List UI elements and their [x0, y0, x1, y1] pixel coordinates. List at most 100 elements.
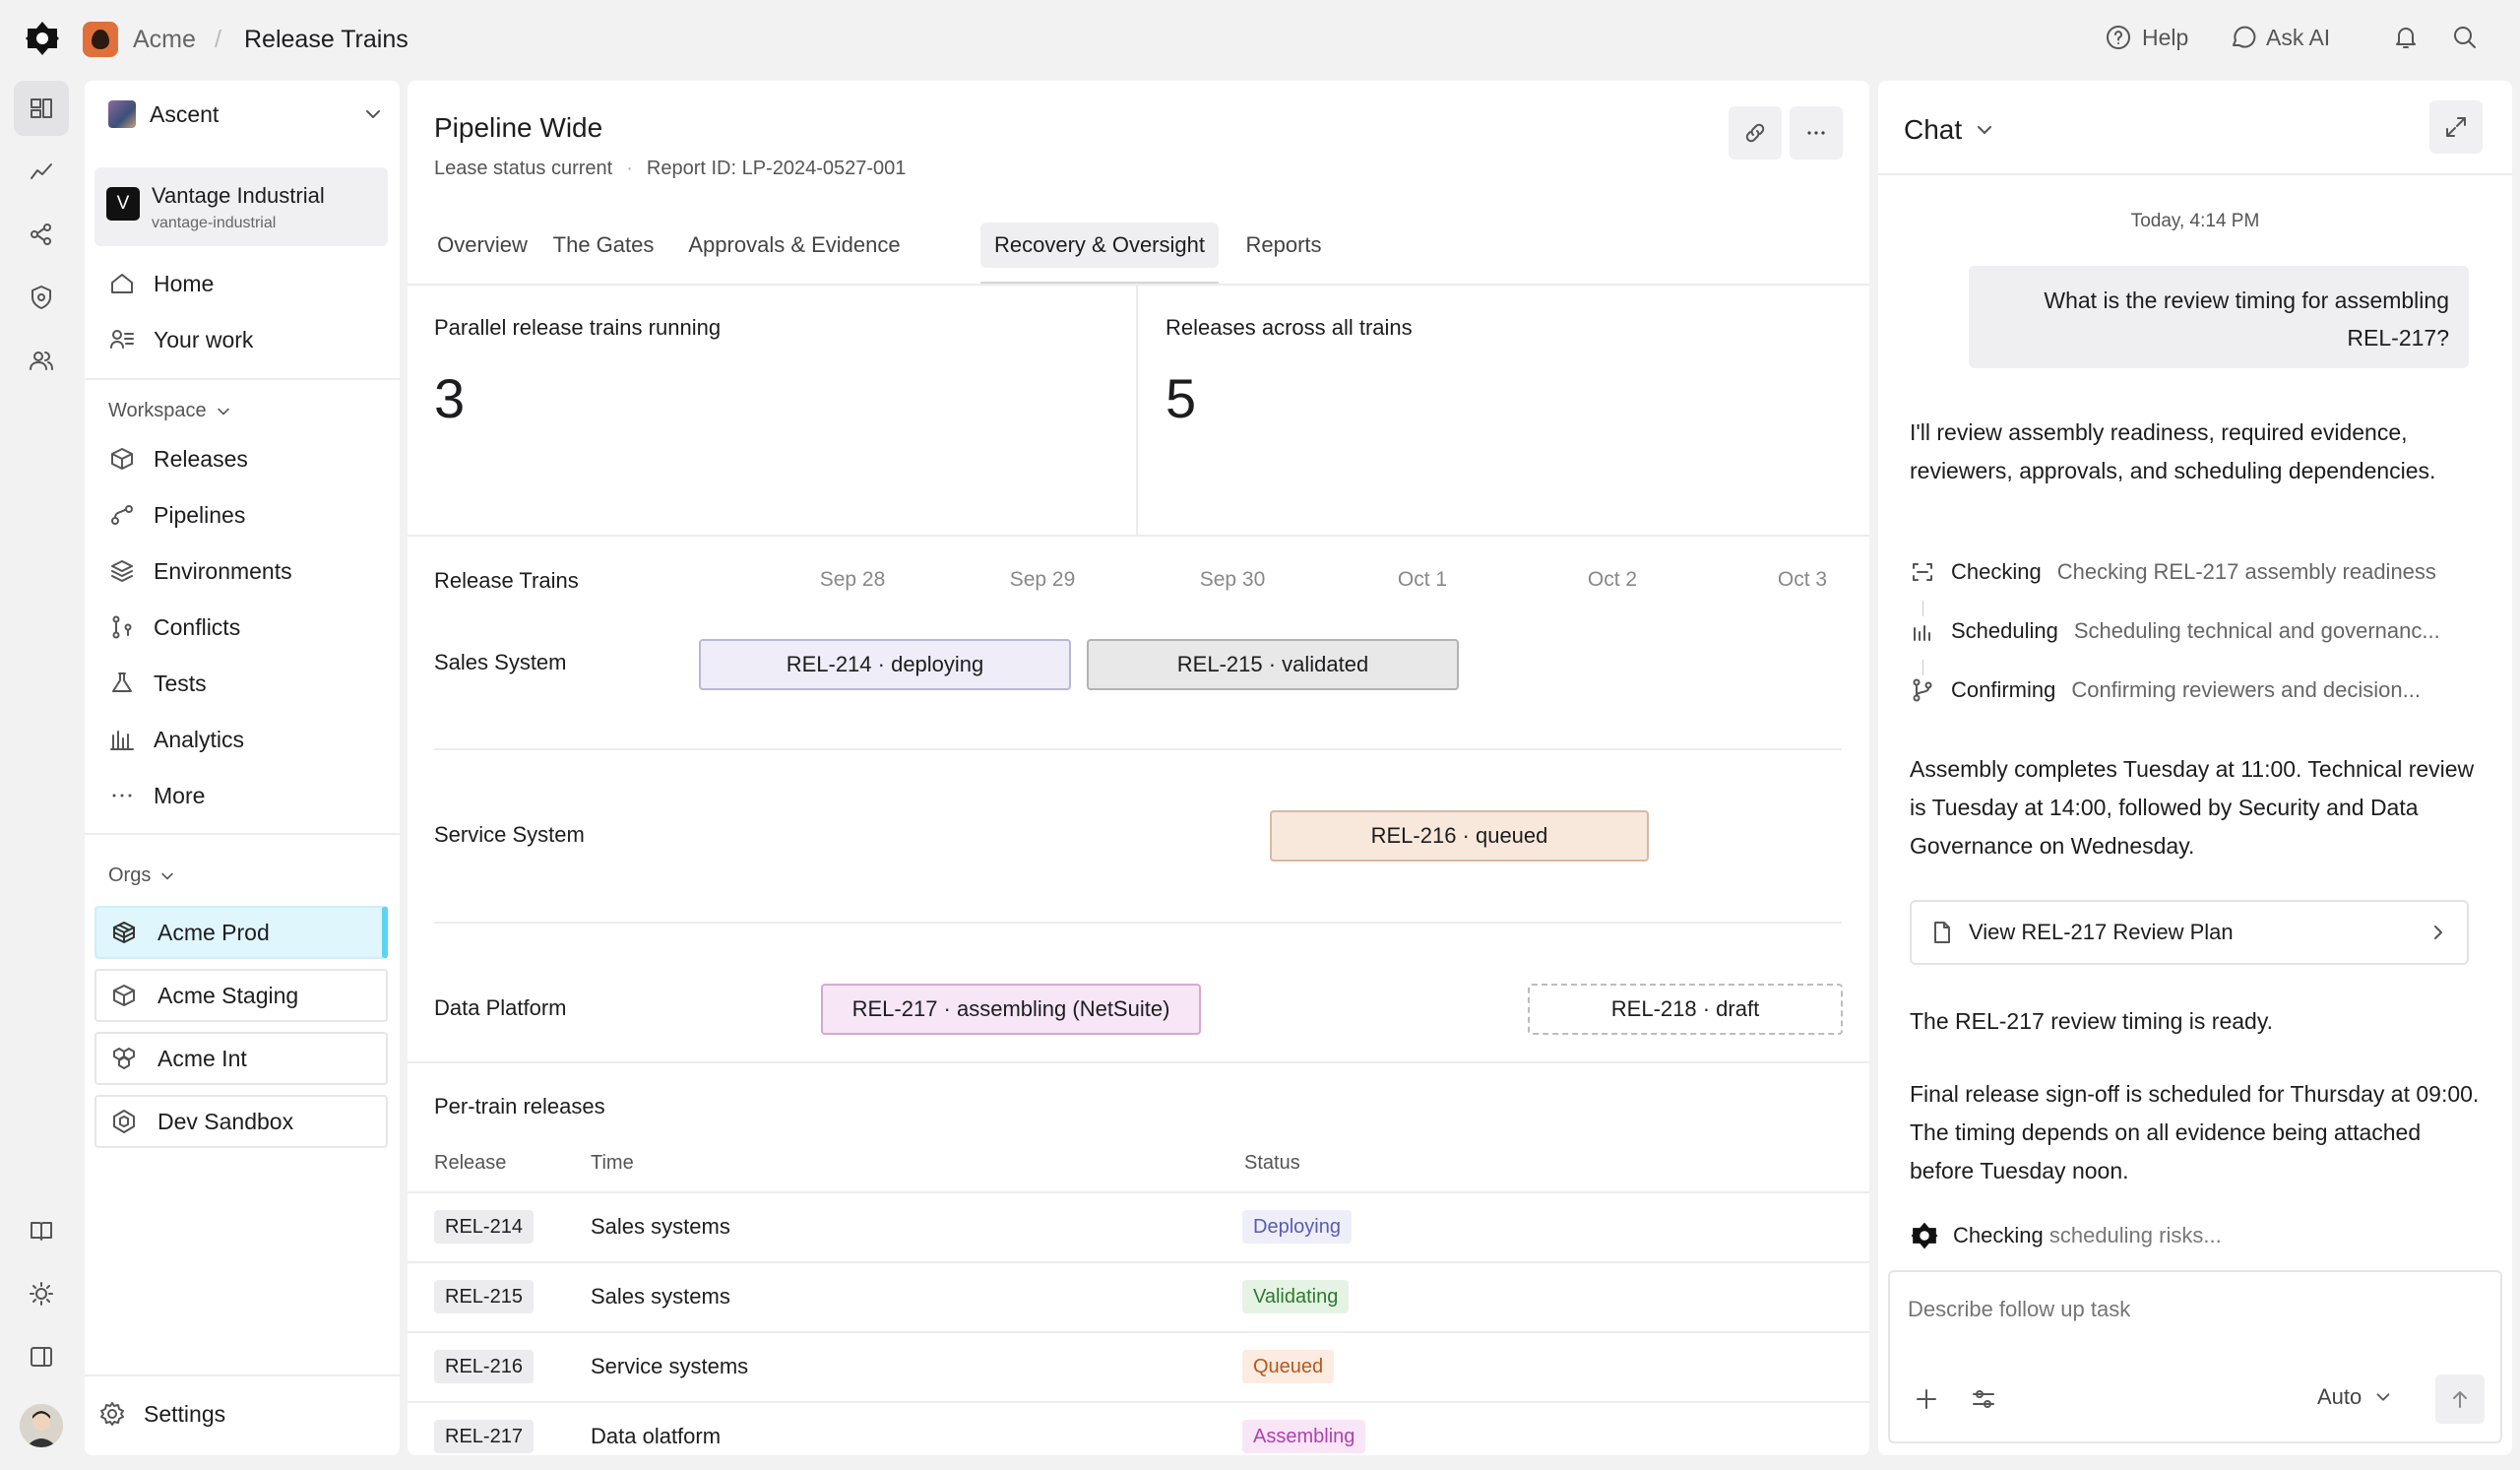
- row-divider: [408, 1401, 1869, 1403]
- sidebar-item-pipelines[interactable]: Pipelines: [108, 495, 245, 535]
- expand-chat-button[interactable]: [2429, 100, 2483, 154]
- orgs-heading: Orgs: [108, 864, 152, 886]
- dashboard-icon: [31, 98, 52, 118]
- release-time: Data olatform: [591, 1424, 722, 1448]
- tab-reports[interactable]: Reports: [1234, 223, 1333, 268]
- timeline-date: Sep 28: [819, 568, 886, 591]
- release-id-pill[interactable]: REL-216: [434, 1350, 534, 1383]
- release-id-pill[interactable]: REL-214: [434, 1210, 534, 1244]
- tab-recovery-oversight[interactable]: Recovery & Oversight: [980, 223, 1219, 268]
- release-bar-rel-214[interactable]: REL-214 · deploying: [699, 639, 1071, 690]
- sidebar-item-conflicts[interactable]: Conflicts: [108, 607, 240, 647]
- org-item-acme-staging[interactable]: Acme Staging: [94, 969, 388, 1022]
- tab-overview[interactable]: Overview: [435, 223, 530, 268]
- follow-up-input[interactable]: [1908, 1290, 2479, 1329]
- sidebar-item-home[interactable]: Home: [108, 264, 214, 303]
- rail-share-button[interactable]: [14, 207, 69, 262]
- org-item-acme-prod[interactable]: Acme Prod: [94, 906, 388, 959]
- breadcrumb-page: Release Trains: [244, 26, 409, 53]
- sidebar-item-tests[interactable]: Tests: [108, 664, 207, 703]
- divider: [85, 1374, 400, 1376]
- stat-label-parallel-trains: Parallel release trains running: [434, 315, 722, 340]
- settings-button[interactable]: Settings: [98, 1394, 225, 1434]
- breadcrumb-org[interactable]: Acme: [133, 26, 196, 54]
- notifications-button[interactable]: [2392, 24, 2420, 51]
- ask-ai-label: Ask AI: [2266, 24, 2331, 50]
- sidebar-item-environments[interactable]: Environments: [108, 551, 292, 591]
- org-item-acme-int[interactable]: Acme Int: [94, 1032, 388, 1085]
- release-bar-rel-215[interactable]: REL-215 · validated: [1087, 639, 1459, 690]
- help-button[interactable]: Help: [2105, 24, 2188, 51]
- org-label: Acme Int: [158, 1045, 247, 1071]
- mode-select[interactable]: Auto: [2317, 1384, 2393, 1410]
- release-bar-rel-216[interactable]: REL-216 · queued: [1270, 810, 1649, 862]
- stat-value-parallel-trains: 3: [434, 367, 466, 429]
- send-button[interactable]: [2435, 1374, 2485, 1424]
- sidebar-item-releases[interactable]: Releases: [108, 439, 248, 479]
- ask-ai-button[interactable]: Ask AI: [2229, 24, 2330, 51]
- release-id-pill[interactable]: REL-217: [434, 1420, 534, 1453]
- chevron-down-icon: [161, 872, 174, 879]
- sidebar-item-analytics[interactable]: Analytics: [108, 720, 244, 759]
- trend-icon: [31, 163, 52, 179]
- rail-panel-toggle-button[interactable]: [14, 1329, 69, 1384]
- release-id-pill[interactable]: REL-215: [434, 1280, 534, 1313]
- sidebar-item-label: Home: [154, 270, 215, 296]
- step-confirming: Confirming Confirming reviewers and deci…: [1910, 677, 2481, 703]
- timeline-date: Oct 3: [1777, 568, 1828, 591]
- column-header-status: Status: [1244, 1152, 1300, 1174]
- rail-docs-button[interactable]: [14, 1203, 69, 1258]
- step-name: Scheduling: [1951, 618, 2058, 643]
- assistant-intro: I'll review assembly readiness, required…: [1910, 419, 2436, 483]
- chat-title-dropdown[interactable]: Chat: [1904, 114, 1995, 146]
- account-card[interactable]: V Vantage Industrial vantage-industrial: [94, 167, 388, 246]
- lease-status: Lease status current: [434, 158, 613, 179]
- search-button[interactable]: [2451, 24, 2479, 51]
- release-bar-rel-218[interactable]: REL-218 · draft: [1528, 984, 1843, 1035]
- app-logo-icon[interactable]: [24, 20, 61, 57]
- chat-bubble-icon: [2233, 26, 2256, 48]
- tab-the-gates[interactable]: The Gates: [541, 223, 665, 268]
- sidebar-item-your-work[interactable]: Your work: [108, 320, 253, 359]
- tab-approvals-evidence[interactable]: Approvals & Evidence: [679, 223, 910, 268]
- org-item-dev-sandbox[interactable]: Dev Sandbox: [94, 1095, 388, 1148]
- shield-icon: [32, 286, 51, 309]
- sidebar-item-more[interactable]: More: [108, 776, 205, 815]
- assistant-status: Checking scheduling risks...: [1910, 1221, 2222, 1250]
- rail-security-button[interactable]: [14, 270, 69, 325]
- divider: [408, 535, 1869, 537]
- scan-icon: [1913, 563, 1932, 581]
- sidebar-toggle-icon: [31, 1347, 52, 1367]
- divider: [408, 1061, 1869, 1063]
- org-label: Acme Staging: [158, 982, 299, 1008]
- more-actions-button[interactable]: [1790, 106, 1843, 160]
- org-cube-icon: [113, 985, 135, 1006]
- breadcrumb-separator: /: [215, 26, 221, 53]
- rail-dashboard-button[interactable]: [14, 81, 69, 136]
- release-time: Service systems: [591, 1354, 749, 1378]
- review-plan-link[interactable]: View REL-217 Review Plan: [1910, 900, 2469, 965]
- rail-users-button[interactable]: [14, 333, 69, 388]
- divider: [434, 748, 1842, 750]
- user-avatar[interactable]: [20, 1404, 63, 1447]
- options-button[interactable]: [1971, 1386, 1996, 1412]
- bar-chart-icon: [110, 731, 134, 750]
- orgs-section-toggle[interactable]: Orgs: [108, 864, 176, 887]
- workspace-switcher[interactable]: Ascent: [108, 100, 384, 128]
- step-detail: Confirming reviewers and decision...: [2071, 677, 2421, 702]
- user-message: What is the review timing for assembling…: [1969, 266, 2469, 368]
- org-avatar[interactable]: [83, 22, 118, 57]
- attach-button[interactable]: [1914, 1386, 1939, 1412]
- copy-link-button[interactable]: [1729, 106, 1782, 160]
- rail-activity-button[interactable]: [14, 144, 69, 199]
- row-divider: [408, 1331, 1869, 1333]
- workspace-heading: Workspace: [108, 400, 207, 421]
- workspace-section-toggle[interactable]: Workspace: [108, 400, 232, 422]
- divider: [1878, 173, 2512, 175]
- release-bar-rel-217[interactable]: REL-217 · assembling (NetSuite): [821, 984, 1201, 1035]
- share-icon: [31, 224, 51, 245]
- column-header-time: Time: [591, 1152, 634, 1174]
- rail-theme-button[interactable]: [14, 1266, 69, 1321]
- step-connector: [1922, 660, 1923, 675]
- row-divider: [408, 1261, 1869, 1263]
